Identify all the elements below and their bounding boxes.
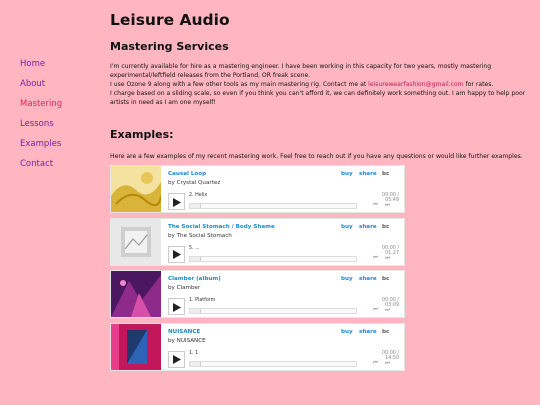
intro-paragraph-2a: I use Ozone 9 along with a few other too… [110,80,369,88]
examples-intro: Here are a few examples of my recent mas… [110,152,523,160]
album-title[interactable]: The Social Stomach / Body Shame [168,224,275,230]
prev-next-controls[interactable]: ⏮⏭ [373,202,397,209]
album-title[interactable]: NUISANCE [168,329,200,335]
buy-link[interactable]: buy [341,224,353,230]
play-button[interactable] [168,350,185,368]
share-link[interactable]: share [359,276,377,282]
intro-paragraph-3: I charge based on a sliding scale, so ev… [110,89,526,106]
bandcamp-player: NUISANCE by NUISANCE buy share bc 1. 1 0… [110,322,405,371]
email-link[interactable]: leisurewearfashion@gmail.com [368,81,463,88]
bandcamp-player: The Social Stomach / Body Shame by The S… [110,217,405,266]
side-nav: Home About Mastering Lessons Examples Co… [20,54,62,174]
intro-paragraph-1: I'm currently available for hire as a ma… [110,63,492,79]
prev-next-controls[interactable]: ⏮⏭ [373,255,397,262]
mastering-description: I'm currently available for hire as a ma… [110,63,535,108]
share-link[interactable]: share [359,171,377,177]
buy-link[interactable]: buy [341,276,353,282]
mastering-heading: Mastering Services [110,40,229,53]
progress-handle[interactable] [190,204,201,208]
nav-mastering-link[interactable]: Mastering [20,94,62,114]
album-art-causal-loop-icon[interactable] [111,166,161,212]
album-title[interactable]: Clamber (album) [168,276,221,282]
album-artist[interactable]: by The Social Stomach [168,233,232,239]
buy-link[interactable]: buy [341,171,353,177]
buy-link[interactable]: buy [341,329,353,335]
progress-handle[interactable] [190,361,201,366]
track-title: 1. 1 [189,350,199,356]
play-icon [173,355,181,364]
progress-slider[interactable] [189,203,357,209]
play-button[interactable] [168,298,185,315]
site-title: Leisure Audio [110,11,230,29]
track-title: 5. ... [189,245,200,251]
track-title: 2. Helix [189,193,208,198]
nav-lessons-link[interactable]: Lessons [20,114,62,134]
progress-slider[interactable] [189,360,357,367]
nav-contact-link[interactable]: Contact [20,154,62,174]
album-title[interactable]: Causal Loop [168,171,206,177]
play-icon [173,197,181,207]
nav-home-link[interactable]: Home [20,54,62,74]
main-content: Mastering Services I'm currently availab… [110,40,535,160]
album-artist[interactable]: by Crystal Quartez [168,180,220,186]
bandcamp-logo-icon[interactable]: bc [382,171,389,177]
nav-about-link[interactable]: About [20,74,62,94]
bandcamp-player: Clamber (album) by Clamber buy share bc … [110,270,405,318]
play-button[interactable] [168,193,185,210]
play-icon [173,250,181,259]
progress-handle[interactable] [190,256,201,261]
progress-handle[interactable] [190,309,201,313]
nav-examples-link[interactable]: Examples [20,134,62,154]
bandcamp-players: Causal Loop by Crystal Quartez buy share… [110,165,405,375]
prev-next-controls[interactable]: ⏮⏭ [373,360,397,367]
examples-heading: Examples: [110,127,174,141]
bandcamp-logo-icon[interactable]: bc [382,224,389,230]
album-art-social-stomach-icon[interactable] [111,218,161,265]
play-icon [173,302,181,312]
album-art-clamber-icon[interactable] [111,271,161,317]
bandcamp-logo-icon[interactable]: bc [382,329,389,335]
bandcamp-logo-icon[interactable]: bc [382,276,389,282]
track-title: 1. Platform [189,298,216,303]
share-link[interactable]: share [359,224,377,230]
album-artist[interactable]: by NUISANCE [168,338,206,344]
bandcamp-player: Causal Loop by Crystal Quartez buy share… [110,165,405,213]
play-button[interactable] [168,245,185,263]
album-art-nuisance-icon[interactable] [111,323,161,370]
share-link[interactable]: share [359,329,377,335]
progress-slider[interactable] [189,255,357,262]
prev-next-controls[interactable]: ⏮⏭ [373,307,397,314]
intro-paragraph-2b: for rates. [463,80,494,88]
album-artist[interactable]: by Clamber [168,285,200,291]
progress-slider[interactable] [189,308,357,314]
